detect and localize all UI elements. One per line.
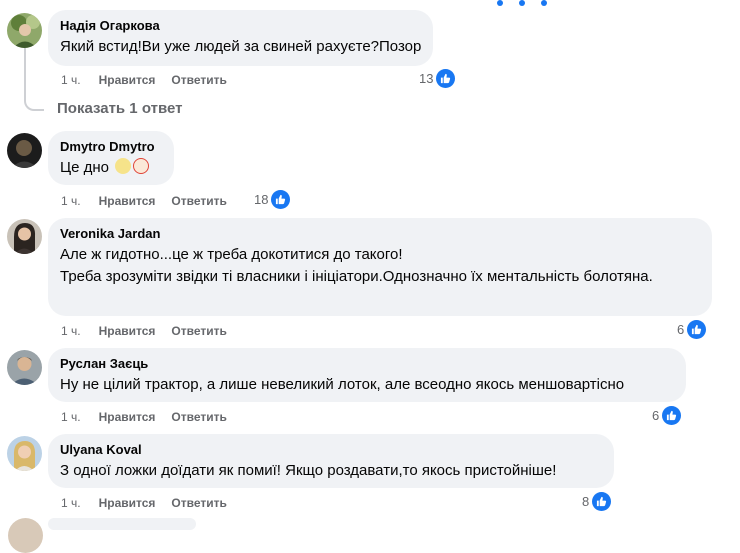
like-button[interactable]: Нравится bbox=[99, 324, 156, 338]
reply-button[interactable]: Ответить bbox=[171, 324, 226, 338]
comment-actions: 1 ч. Нравится Ответить bbox=[61, 73, 243, 87]
avatar[interactable] bbox=[7, 219, 42, 254]
thumbs-up-icon bbox=[592, 492, 612, 511]
reply-button[interactable]: Ответить bbox=[171, 73, 226, 87]
like-count-number: 8 bbox=[582, 494, 590, 509]
reply-button[interactable]: Ответить bbox=[171, 496, 226, 510]
like-count[interactable]: 8 bbox=[582, 492, 612, 511]
comment-bubble: Dmytro Dmytro Це дно bbox=[48, 131, 174, 185]
like-count[interactable]: 6 bbox=[677, 320, 707, 339]
like-count[interactable]: 13 bbox=[419, 69, 456, 88]
comment-text: Але ж гидотно...це ж треба докотитися до… bbox=[60, 246, 653, 285]
like-button[interactable]: Нравится bbox=[99, 496, 156, 510]
comment-text: Це дно bbox=[60, 157, 162, 179]
like-count-number: 6 bbox=[677, 322, 685, 337]
timestamp[interactable]: 1 ч. bbox=[61, 194, 81, 208]
like-button[interactable]: Нравится bbox=[99, 410, 156, 424]
avatar[interactable] bbox=[7, 133, 42, 168]
avatar[interactable] bbox=[7, 350, 42, 385]
clown-face-emoji-icon bbox=[133, 158, 150, 174]
author-name[interactable]: Dmytro Dmytro bbox=[60, 139, 162, 155]
comment-bubble: Veronika Jardan Але ж гидотно...це ж тре… bbox=[48, 218, 712, 316]
like-count-number: 18 bbox=[254, 192, 269, 207]
comment-bubble: Надія Огаркова Який встид!Ви уже людей з… bbox=[48, 10, 434, 66]
timestamp[interactable]: 1 ч. bbox=[61, 496, 81, 510]
author-name[interactable]: Надія Огаркова bbox=[60, 18, 421, 34]
thumbs-up-icon bbox=[662, 406, 682, 425]
thumbs-up-icon bbox=[687, 320, 707, 339]
thumbs-up-icon bbox=[271, 190, 291, 209]
comment-actions: 1 ч. Нравится Ответить bbox=[61, 496, 243, 510]
comment-actions: 1 ч. Нравится Ответить bbox=[61, 410, 243, 424]
avatar[interactable] bbox=[7, 436, 42, 471]
author-name[interactable]: Руслан Заєць bbox=[60, 356, 674, 372]
like-count[interactable]: 18 bbox=[254, 190, 291, 209]
like-count-number: 13 bbox=[419, 71, 434, 86]
thumbs-up-icon bbox=[436, 69, 456, 88]
comment-text: З одної ложки доїдати як помиї! Якщо роз… bbox=[60, 462, 557, 479]
like-count[interactable]: 6 bbox=[652, 406, 682, 425]
like-button[interactable]: Нравится bbox=[99, 194, 156, 208]
comment-actions: 1 ч. Нравится Ответить bbox=[61, 194, 243, 208]
comment-bubble bbox=[48, 518, 196, 530]
show-replies-link[interactable]: Показать 1 ответ bbox=[57, 100, 182, 117]
comment-bubble: Ulyana Koval З одної ложки доїдати як по… bbox=[48, 434, 614, 488]
avatar[interactable] bbox=[8, 518, 43, 553]
timestamp[interactable]: 1 ч. bbox=[61, 410, 81, 424]
reply-button[interactable]: Ответить bbox=[171, 194, 226, 208]
comment-text-content: Це дно bbox=[60, 159, 109, 176]
reaction-dots-icon bbox=[497, 0, 547, 6]
like-count-number: 6 bbox=[652, 408, 660, 423]
author-name[interactable]: Ulyana Koval bbox=[60, 442, 602, 458]
timestamp[interactable]: 1 ч. bbox=[61, 73, 81, 87]
reply-button[interactable]: Ответить bbox=[171, 410, 226, 424]
avatar[interactable] bbox=[7, 13, 42, 48]
comment-bubble: Руслан Заєць Ну не цілий трактор, а лише… bbox=[48, 348, 686, 402]
author-name[interactable]: Veronika Jardan bbox=[60, 226, 700, 242]
like-button[interactable]: Нравится bbox=[99, 73, 156, 87]
comment-text: Який встид!Ви уже людей за свиней рахуєт… bbox=[60, 38, 422, 55]
comment-actions: 1 ч. Нравится Ответить bbox=[61, 324, 243, 338]
comment-text: Ну не цілий трактор, а лише невеликий ло… bbox=[60, 376, 625, 393]
eyes-emoji-icon bbox=[115, 158, 132, 174]
thread-line bbox=[24, 48, 44, 111]
timestamp[interactable]: 1 ч. bbox=[61, 324, 81, 338]
